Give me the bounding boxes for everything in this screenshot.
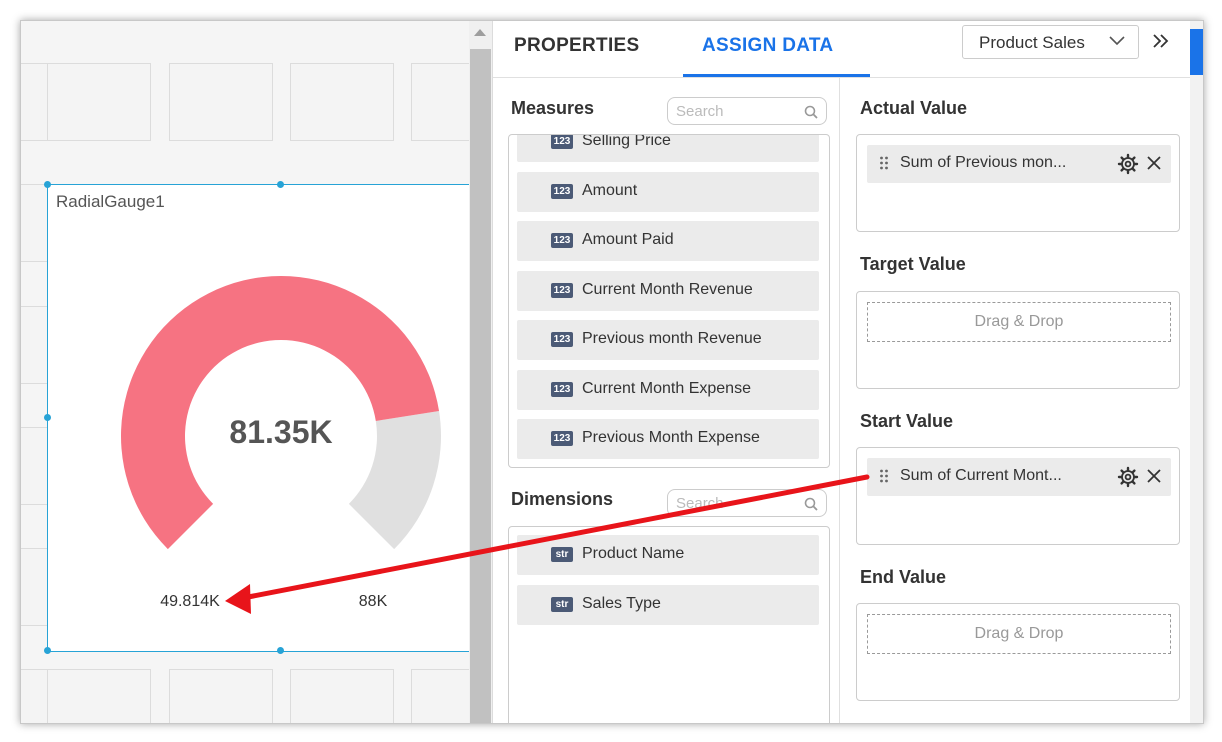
field-label: Product Name: [582, 545, 685, 562]
field-label: Current Month Expense: [582, 379, 751, 397]
number-type-icon: 123: [551, 233, 573, 248]
actual-value-zone[interactable]: Sum of Previous mon...: [856, 134, 1180, 232]
target-value-title: Target Value: [860, 254, 966, 274]
measures-list[interactable]: 123 Selling Price 123 Amount 123 Amount Paid 1…: [508, 134, 830, 468]
tab-assign-data[interactable]: ASSIGN DATA: [702, 35, 833, 57]
measures-search-placeholder: Search: [676, 103, 724, 120]
search-icon: [804, 497, 818, 511]
gear-icon[interactable]: [1117, 466, 1139, 488]
canvas-scrollbar[interactable]: [469, 21, 492, 723]
end-value-dropzone[interactable]: Drag & Drop: [867, 614, 1171, 654]
drag-handle-icon[interactable]: [879, 155, 889, 173]
grid-tile: [411, 669, 469, 723]
target-value-dropzone[interactable]: Drag & Drop: [867, 302, 1171, 342]
grid-tile: [47, 669, 151, 723]
resize-handle-bottom[interactable]: [277, 647, 284, 654]
gauge-track: [348, 410, 441, 550]
panel-tabs: PROPERTIES ASSIGN DATA Product Sales: [493, 21, 1203, 78]
number-type-icon: 123: [551, 381, 573, 397]
actual-value-chip-label: Sum of Previous mon...: [900, 154, 1067, 171]
dropzone-text: Drag & Drop: [974, 625, 1064, 642]
dimensions-search-placeholder: Search: [676, 495, 724, 512]
chevron-down-icon: [1109, 36, 1125, 46]
target-value-zone[interactable]: Drag & Drop: [856, 291, 1180, 389]
datasource-dropdown[interactable]: Product Sales: [962, 25, 1139, 59]
number-type-icon: 123: [551, 431, 573, 446]
start-value-title: Start Value: [860, 411, 954, 431]
gear-icon[interactable]: [1117, 153, 1139, 175]
scrollbar-thumb[interactable]: [470, 49, 491, 723]
field-label: Selling Price: [582, 134, 671, 149]
active-tab-indicator: [683, 74, 870, 77]
end-value-zone[interactable]: Drag & Drop: [856, 603, 1180, 701]
string-type-icon: str: [551, 596, 573, 612]
grid-tile: [169, 63, 273, 141]
field-item[interactable]: 123 Amount Paid: [517, 221, 819, 261]
close-icon[interactable]: [1145, 154, 1163, 172]
radial-gauge: 81.35K 49.814K 88K: [120, 275, 441, 610]
panel-scrollbar[interactable]: [1190, 21, 1203, 723]
radial-gauge-widget[interactable]: RadialGauge1 81.35K 49.814K 88K: [44, 181, 469, 654]
grid-tile: [169, 669, 273, 723]
field-label: Previous Month Expense: [582, 429, 760, 446]
number-type-icon: 123: [551, 282, 573, 298]
dimensions-list[interactable]: str Product Name str Sales Type: [508, 526, 830, 723]
number-type-icon: 123: [551, 135, 573, 149]
measures-title: Measures: [511, 98, 595, 118]
column-divider: [839, 77, 840, 723]
panel-scrollbar-thumb[interactable]: [1190, 29, 1203, 75]
app-window: RadialGauge1 81.35K 49.814K 88K PROPERTI…: [20, 20, 1204, 724]
string-type-icon: str: [551, 547, 573, 562]
field-item[interactable]: str Sales Type: [517, 584, 819, 625]
dimensions-title: Dimensions: [511, 489, 614, 509]
measures-search-input[interactable]: Search: [667, 97, 827, 125]
start-value-chip[interactable]: Sum of Current Mont...: [867, 458, 1171, 496]
gauge-center-value: 81.35K: [229, 414, 332, 450]
double-chevron-right-icon[interactable]: [1151, 31, 1171, 51]
drag-handle-icon[interactable]: [879, 468, 889, 486]
field-item[interactable]: 123 Amount: [517, 171, 819, 212]
grid-tile: [411, 63, 469, 141]
field-label: Current Month Revenue: [582, 280, 753, 298]
number-type-icon: 123: [551, 183, 573, 199]
field-label: Amount Paid: [582, 231, 674, 248]
end-value-title: End Value: [860, 567, 947, 587]
search-icon: [804, 105, 818, 119]
datasource-selected: Product Sales: [979, 33, 1085, 52]
field-item[interactable]: str Product Name: [517, 535, 819, 575]
resize-handle-left[interactable]: [44, 414, 51, 421]
resize-handle-bottom-left[interactable]: [44, 647, 51, 654]
start-value-chip-label: Sum of Current Mont...: [900, 467, 1062, 484]
field-item[interactable]: 123 Previous Month Expense: [517, 419, 819, 459]
resize-handle-top[interactable]: [277, 181, 284, 188]
field-label: Sales Type: [582, 594, 661, 612]
gauge-min-label: 49.814K: [160, 593, 220, 610]
scroll-up-arrow-icon[interactable]: [474, 29, 486, 36]
resize-handle-top-left[interactable]: [44, 181, 51, 188]
field-item[interactable]: 123 Selling Price: [517, 134, 819, 162]
field-label: Amount: [582, 181, 638, 199]
field-item[interactable]: 123 Current Month Revenue: [517, 270, 819, 311]
close-icon[interactable]: [1145, 467, 1163, 485]
dashboard-canvas[interactable]: RadialGauge1 81.35K 49.814K 88K: [21, 21, 469, 723]
dropzone-text: Drag & Drop: [974, 313, 1064, 330]
start-value-zone[interactable]: Sum of Current Mont...: [856, 447, 1180, 545]
tab-properties[interactable]: PROPERTIES: [514, 35, 639, 57]
actual-value-chip[interactable]: Sum of Previous mon...: [867, 145, 1171, 183]
actual-value-title: Actual Value: [860, 98, 968, 118]
number-type-icon: 123: [551, 332, 573, 347]
field-item[interactable]: 123 Previous month Revenue: [517, 320, 819, 360]
properties-panel: PROPERTIES ASSIGN DATA Product Sales Mea…: [492, 21, 1203, 723]
grid-tile: [290, 63, 394, 141]
grid-tile: [47, 63, 151, 141]
dimensions-search-input[interactable]: Search: [667, 489, 827, 517]
gauge-max-label: 88K: [359, 593, 388, 610]
field-item[interactable]: 123 Current Month Expense: [517, 369, 819, 410]
grid-tile: [290, 669, 394, 723]
field-label: Previous month Revenue: [582, 330, 762, 347]
